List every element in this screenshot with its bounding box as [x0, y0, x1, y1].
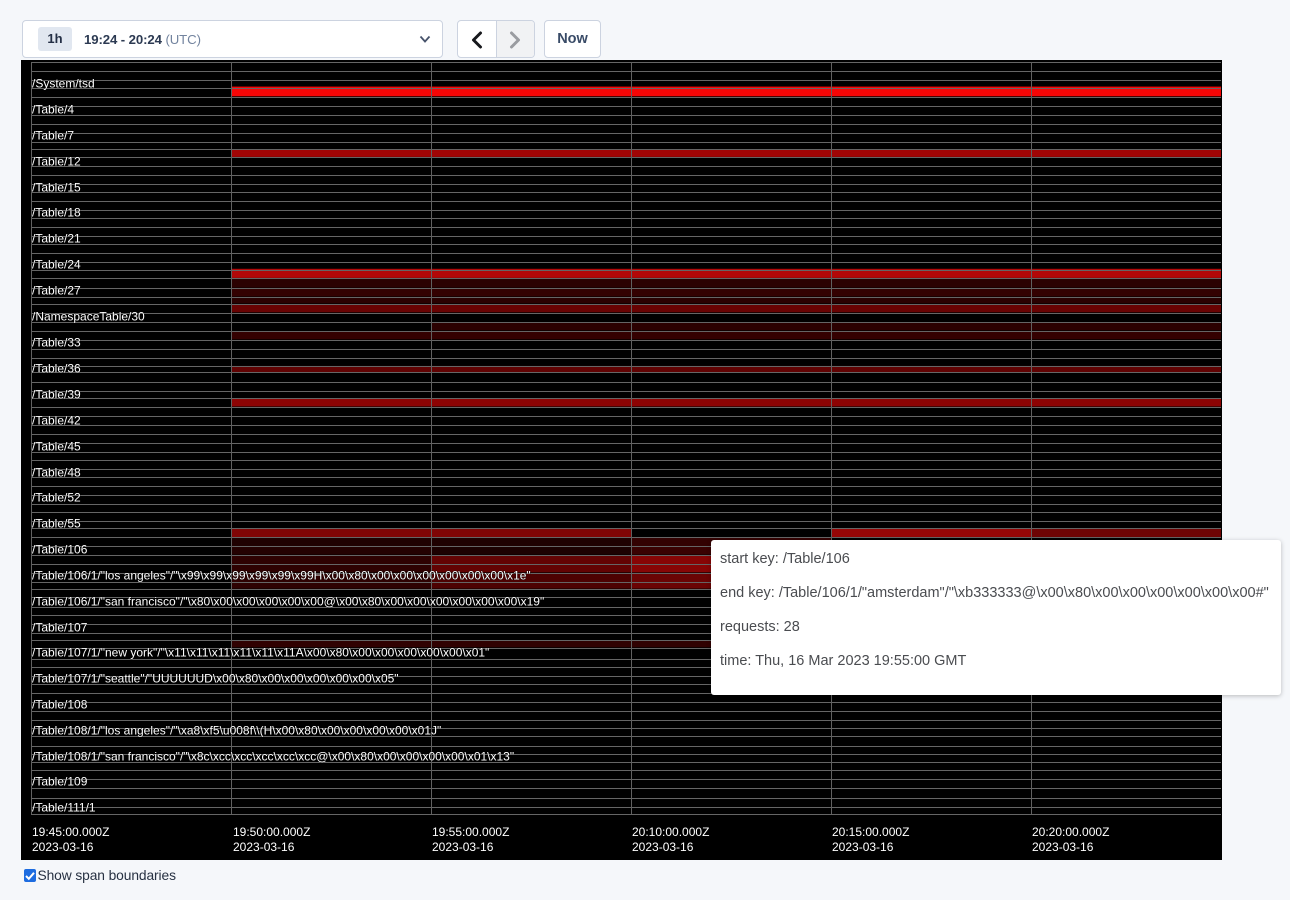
svg-text:/Table/55: /Table/55: [32, 516, 81, 530]
svg-text:/Table/108/1/"los angeles"/"\x: /Table/108/1/"los angeles"/"\xa8\xf5\u00…: [32, 723, 441, 737]
svg-text:/Table/106/1/"san francisco"/": /Table/106/1/"san francisco"/"\x80\x00\x…: [32, 594, 544, 608]
svg-text:/Table/27: /Table/27: [32, 283, 81, 297]
svg-text:2023-03-16: 2023-03-16: [432, 840, 494, 854]
svg-text:2023-03-16: 2023-03-16: [632, 840, 694, 854]
svg-text:/Table/39: /Table/39: [32, 387, 81, 401]
svg-text:/NamespaceTable/30: /NamespaceTable/30: [32, 309, 145, 323]
svg-text:/System/tsd: /System/tsd: [32, 76, 95, 90]
svg-text:/Table/108/1/"san francisco"/": /Table/108/1/"san francisco"/"\x8c\xcc\x…: [32, 749, 514, 763]
svg-text:/Table/106: /Table/106: [32, 542, 88, 556]
svg-text:2023-03-16: 2023-03-16: [832, 840, 894, 854]
svg-text:/Table/109: /Table/109: [32, 774, 88, 788]
svg-text:2023-03-16: 2023-03-16: [1032, 840, 1094, 854]
svg-text:20:15:00.000Z: 20:15:00.000Z: [832, 825, 909, 839]
svg-text:/Table/42: /Table/42: [32, 413, 81, 427]
svg-text:/Table/107/1/"new york"/"\x11\: /Table/107/1/"new york"/"\x11\x11\x11\x1…: [32, 645, 489, 659]
svg-text:/Table/33: /Table/33: [32, 335, 81, 349]
svg-text:2023-03-16: 2023-03-16: [233, 840, 295, 854]
svg-text:/Table/4: /Table/4: [32, 102, 74, 116]
svg-text:19:50:00.000Z: 19:50:00.000Z: [233, 825, 310, 839]
svg-text:/Table/107/1/"seattle"/"UUUUUU: /Table/107/1/"seattle"/"UUUUUUD\x00\x80\…: [32, 671, 399, 685]
svg-text:/Table/24: /Table/24: [32, 257, 81, 271]
svg-text:/Table/18: /Table/18: [32, 205, 81, 219]
svg-text:/Table/111/1: /Table/111/1: [32, 800, 96, 814]
svg-text:/Table/15: /Table/15: [32, 180, 81, 194]
svg-text:/Table/21: /Table/21: [32, 231, 81, 245]
svg-text:19:45:00.000Z: 19:45:00.000Z: [32, 825, 109, 839]
svg-text:/Table/45: /Table/45: [32, 439, 81, 453]
svg-text:/Table/36: /Table/36: [32, 361, 81, 375]
svg-text:/Table/48: /Table/48: [32, 465, 81, 479]
svg-text:/Table/106/1/"los angeles"/"\x: /Table/106/1/"los angeles"/"\x99\x99\x99…: [32, 568, 531, 582]
svg-text:/Table/12: /Table/12: [32, 154, 81, 168]
svg-text:/Table/108: /Table/108: [32, 697, 88, 711]
svg-text:/Table/7: /Table/7: [32, 128, 74, 142]
svg-text:20:10:00.000Z: 20:10:00.000Z: [632, 825, 709, 839]
svg-text:/Table/107: /Table/107: [32, 620, 88, 634]
svg-text:2023-03-16: 2023-03-16: [32, 840, 94, 854]
svg-text:/Table/52: /Table/52: [32, 490, 81, 504]
svg-text:20:20:00.000Z: 20:20:00.000Z: [1032, 825, 1109, 839]
svg-text:19:55:00.000Z: 19:55:00.000Z: [432, 825, 509, 839]
